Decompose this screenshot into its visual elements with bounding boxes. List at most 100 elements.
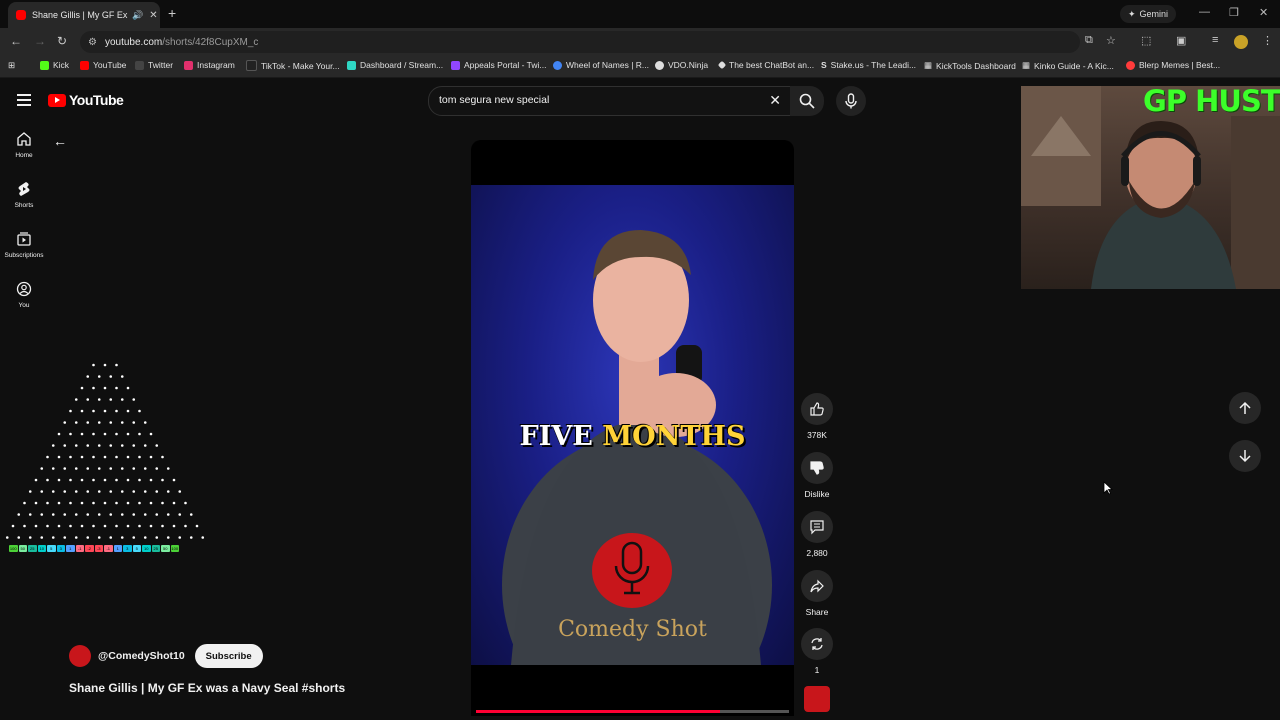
clear-search-icon[interactable]: ✕: [769, 92, 781, 109]
plinko-peg: [28, 513, 32, 516]
channel-avatar[interactable]: [69, 645, 91, 667]
audio-playing-icon[interactable]: 🔊: [132, 10, 143, 21]
bookmark-kick[interactable]: Kick: [40, 60, 69, 70]
bookmark-wheel[interactable]: Wheel of Names | R...: [553, 60, 649, 70]
search-box[interactable]: tom segura new special ✕: [428, 86, 792, 116]
install-app-icon[interactable]: ⧉: [1085, 34, 1093, 47]
bookmark-label: KickTools Dashboard: [936, 60, 1016, 71]
video-progress-bar[interactable]: [476, 710, 789, 713]
plinko-peg: [80, 386, 84, 390]
sparkle-icon: ✦: [1128, 8, 1136, 19]
plinko-peg: [23, 501, 26, 505]
voice-search-button[interactable]: [836, 86, 866, 116]
plinko-peg: [74, 513, 78, 516]
sidepanel-icon[interactable]: ▣: [1176, 34, 1186, 47]
plinko-peg: [92, 386, 95, 390]
close-tab-icon[interactable]: ✕: [149, 10, 157, 21]
bookmark-appeals[interactable]: Appeals Portal - Twi...: [451, 60, 547, 70]
bookmark-stake[interactable]: S Stake.us - The Leadi...: [821, 60, 916, 70]
user-icon: [16, 281, 32, 297]
plinko-peg: [97, 421, 101, 424]
bookmark-blerp[interactable]: Blerp Memes | Best...: [1126, 60, 1220, 70]
extensions-icon[interactable]: ⬚: [1141, 34, 1151, 47]
address-bar[interactable]: ⚙ youtube.com/shorts/42f8CupXM_c: [80, 31, 1080, 53]
nav-home[interactable]: Home: [0, 125, 48, 175]
channel-avatar-small[interactable]: [804, 686, 830, 712]
apps-icon[interactable]: ⊞: [8, 60, 15, 71]
previous-short-button[interactable]: [1229, 392, 1261, 424]
plinko-peg: [161, 501, 164, 505]
plinko-peg: [5, 536, 9, 539]
search-input[interactable]: tom segura new special: [439, 94, 549, 106]
video-title[interactable]: Shane Gillis | My GF Ex was a Navy Seal …: [69, 681, 345, 695]
kick-icon: [40, 60, 49, 70]
menu-hamburger-icon[interactable]: [17, 94, 31, 109]
search-icon: [799, 93, 815, 109]
media-controls-icon[interactable]: ≡: [1212, 34, 1218, 46]
back-arrow-icon[interactable]: ←: [53, 133, 67, 149]
profile-avatar[interactable]: [1234, 35, 1248, 49]
plinko-peg: [109, 490, 113, 493]
bookmark-chatbot[interactable]: The best ChatBot an...: [717, 60, 814, 70]
back-button[interactable]: ←: [10, 34, 22, 48]
nav-you[interactable]: You: [0, 275, 48, 325]
search-button[interactable]: [790, 86, 824, 116]
plinko-peg: [109, 536, 113, 539]
site-info-icon[interactable]: ⚙: [88, 37, 97, 48]
nav-label: You: [18, 302, 30, 309]
bookmark-instagram[interactable]: Instagram: [184, 60, 235, 70]
plinko-peg: [120, 467, 124, 470]
plinko-peg: [28, 490, 32, 493]
gemini-label: Gemini: [1139, 9, 1169, 19]
bookmark-dashboard[interactable]: Dashboard / Stream...: [347, 60, 443, 70]
bookmark-vdoninja[interactable]: VDO.Ninja: [655, 60, 708, 70]
url-path: /shorts/42f8CupXM_c: [162, 36, 259, 48]
youtube-header: YouTube tom segura new special ✕: [0, 78, 1020, 122]
bookmark-star-icon[interactable]: ☆: [1106, 34, 1116, 47]
plinko-peg: [34, 501, 38, 505]
plinko-peg: [103, 363, 107, 367]
plinko-peg: [92, 363, 95, 367]
close-window-button[interactable]: ✕: [1259, 6, 1268, 19]
comments-button[interactable]: 2,880: [801, 511, 833, 558]
browser-tab[interactable]: Shane Gillis | My GF Ex was a Navy Seal …: [8, 2, 160, 28]
bookmark-label: YouTube: [93, 60, 127, 70]
plinko-slot: 50: [161, 545, 170, 552]
share-label: Share: [805, 607, 829, 617]
nav-subscriptions[interactable]: Subscriptions: [0, 225, 48, 275]
bookmark-tiktok[interactable]: TikTok - Make Your...: [246, 60, 340, 71]
plinko-peg: [97, 444, 101, 447]
channel-handle[interactable]: @ComedyShot10: [98, 650, 185, 662]
shorts-video-player[interactable]: FIVE MONTHS Comedy Shot: [471, 140, 794, 716]
bookmark-kinko[interactable]: ▦ Kinko Guide - A Kic...: [1022, 60, 1114, 71]
plinko-peg: [63, 421, 67, 424]
plinko-slot: -2: [85, 545, 94, 552]
nav-shorts[interactable]: Shorts: [0, 175, 48, 225]
subscribe-button[interactable]: Subscribe: [194, 644, 263, 668]
gemini-button[interactable]: ✦ Gemini: [1120, 5, 1177, 23]
bookmark-kicktools[interactable]: ▦ KickTools Dashboard: [924, 60, 1016, 71]
youtube-play-icon: [48, 93, 66, 107]
next-short-button[interactable]: [1229, 440, 1261, 472]
reload-button[interactable]: ↻: [57, 34, 67, 48]
menu-icon[interactable]: ⋮: [1262, 34, 1273, 47]
plinko-peg: [189, 536, 193, 539]
bookmark-youtube[interactable]: YouTube: [80, 60, 126, 70]
dislike-button[interactable]: Dislike: [801, 452, 833, 499]
like-button[interactable]: 378K: [801, 393, 833, 440]
remix-button[interactable]: 1: [801, 628, 833, 675]
new-tab-button[interactable]: +: [168, 5, 176, 21]
minimize-button[interactable]: —: [1199, 6, 1210, 18]
plinko-peg: [149, 478, 153, 482]
plinko-peg: [17, 513, 21, 516]
bookmark-twitter[interactable]: Twitter: [135, 60, 173, 70]
toolbar: ← → ↻ ⚙ youtube.com/shorts/42f8CupXM_c ⧉…: [0, 28, 1280, 56]
arrow-up-icon: [1239, 401, 1251, 414]
plinko-peg: [40, 467, 44, 470]
maximize-button[interactable]: ❐: [1229, 6, 1239, 19]
share-button[interactable]: Share: [801, 570, 833, 617]
forward-button[interactable]: →: [34, 34, 46, 48]
plinko-peg: [115, 409, 118, 413]
youtube-logo[interactable]: YouTube: [48, 92, 124, 108]
tiktok-icon: [246, 60, 257, 71]
